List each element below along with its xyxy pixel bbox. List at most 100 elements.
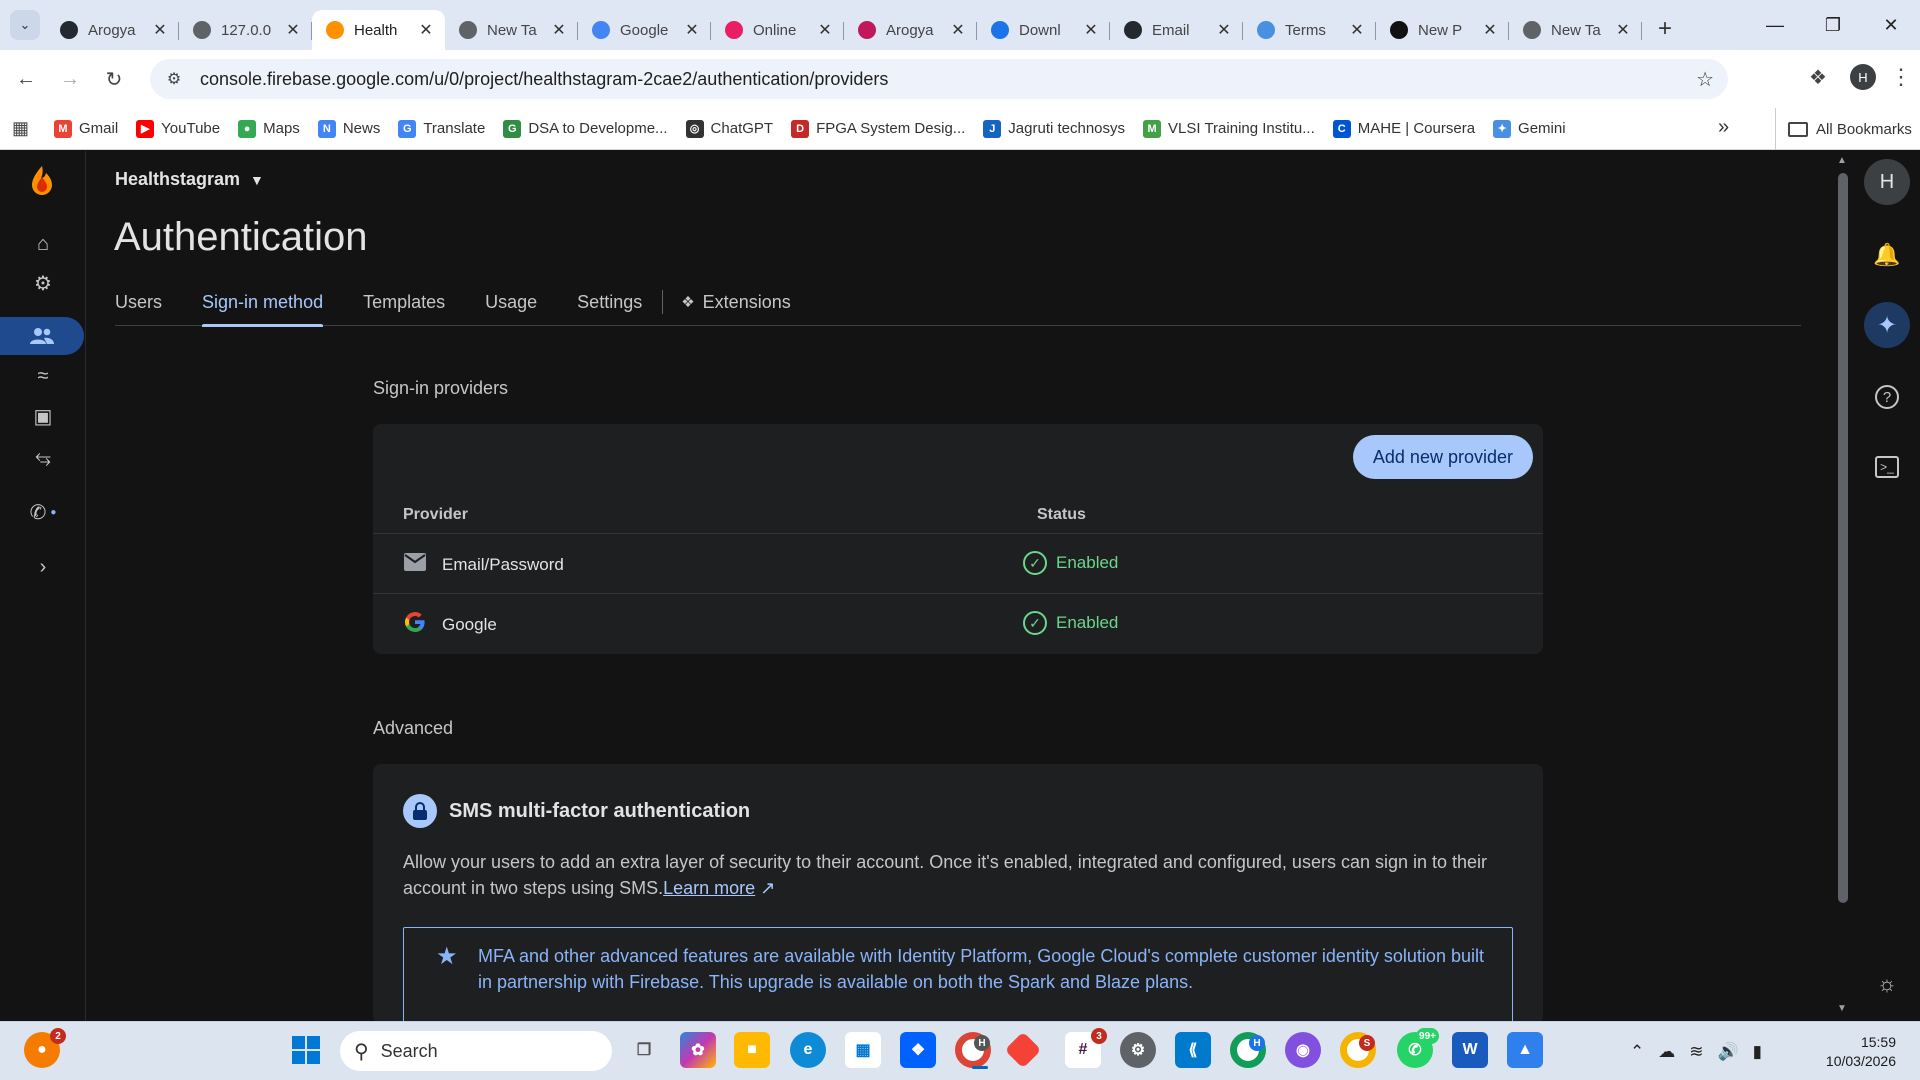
system-app-icon[interactable]: ● 2: [24, 1028, 66, 1068]
bookmark-item[interactable]: ◎ ChatGPT: [685, 119, 773, 138]
new-tab-button[interactable]: +: [1648, 12, 1682, 46]
profile-avatar[interactable]: H: [1850, 64, 1876, 90]
tab-extensions[interactable]: ❖ Extensions: [681, 278, 791, 326]
more-bookmarks-icon[interactable]: »: [1718, 116, 1729, 139]
browser-tab[interactable]: Google ✕: [578, 10, 711, 50]
chrome-second-icon[interactable]: S: [1340, 1032, 1376, 1068]
tab-close-icon[interactable]: ✕: [949, 20, 967, 40]
help-icon[interactable]: ?: [1864, 374, 1910, 420]
browser-tab[interactable]: Health ✕: [312, 10, 445, 50]
chrome-taskbar-icon[interactable]: H: [955, 1032, 991, 1069]
external-link-icon[interactable]: ↗: [760, 878, 775, 898]
table-row[interactable]: Email/Password ✓ Enabled: [373, 534, 1543, 594]
browser-tab[interactable]: New P ✕: [1376, 10, 1509, 50]
browser-tab[interactable]: 127.0.0 ✕: [179, 10, 312, 50]
slack-icon[interactable]: #3: [1065, 1028, 1107, 1068]
bookmark-item[interactable]: ✦ Gemini: [1493, 119, 1566, 138]
browser-tab[interactable]: Arogya ✕: [46, 10, 179, 50]
battery-icon[interactable]: ▮: [1753, 1042, 1762, 1062]
notifications-bell-icon[interactable]: 🔔: [1864, 232, 1910, 278]
project-switcher[interactable]: Healthstagram ▼: [115, 169, 264, 190]
edge-icon[interactable]: e: [790, 1032, 826, 1068]
account-avatar[interactable]: H: [1864, 159, 1910, 205]
scroll-up-icon[interactable]: ▲: [1837, 155, 1847, 166]
github-desktop-icon[interactable]: ◉: [1285, 1032, 1321, 1068]
functions-icon[interactable]: ⥃: [0, 438, 86, 476]
system-clock[interactable]: 15:59 10/03/2026: [1818, 1033, 1896, 1071]
dropbox-icon[interactable]: ❖: [900, 1032, 936, 1068]
firestore-icon[interactable]: ≈: [0, 357, 86, 395]
copilot-icon[interactable]: ✿: [680, 1032, 716, 1068]
forward-button[interactable]: →: [52, 61, 88, 97]
all-bookmarks-button[interactable]: All Bookmarks: [1775, 108, 1912, 150]
settings-gear-icon[interactable]: ⚙: [0, 264, 86, 302]
scroll-thumb[interactable]: [1838, 173, 1848, 903]
store-icon[interactable]: ▦: [845, 1032, 881, 1068]
tab-settings[interactable]: Settings: [577, 278, 642, 326]
browser-tab[interactable]: New Ta ✕: [445, 10, 578, 50]
taskbar-search[interactable]: ⚲ Search: [340, 1031, 612, 1071]
show-hidden-icons-chevron[interactable]: ⌃: [1630, 1042, 1644, 1062]
minimize-button[interactable]: —: [1746, 0, 1804, 50]
windows-start-icon[interactable]: [288, 1032, 324, 1068]
tab-close-icon[interactable]: ✕: [1215, 20, 1233, 40]
tab-search-button[interactable]: ⌄: [10, 10, 40, 40]
bookmark-item[interactable]: ▶ YouTube: [136, 119, 220, 138]
site-info-icon[interactable]: ⚙: [164, 69, 184, 89]
terminal-icon[interactable]: >_: [1864, 444, 1910, 490]
tab-close-icon[interactable]: ✕: [550, 20, 568, 40]
browser-tab[interactable]: Arogya ✕: [844, 10, 977, 50]
onedrive-off-icon[interactable]: ☁: [1658, 1042, 1675, 1062]
tab-users[interactable]: Users: [115, 278, 162, 326]
bookmark-star-icon[interactable]: ☆: [1696, 67, 1714, 92]
red-app-icon[interactable]: [1004, 1031, 1042, 1069]
firebase-logo-icon[interactable]: [24, 163, 60, 199]
tab-close-icon[interactable]: ✕: [284, 20, 302, 40]
bookmark-item[interactable]: G Translate: [398, 119, 485, 138]
task-view-icon[interactable]: ❐: [626, 1032, 662, 1068]
bookmark-item[interactable]: D FPGA System Desig...: [791, 119, 965, 138]
tab-close-icon[interactable]: ✕: [1614, 20, 1632, 40]
scroll-down-icon[interactable]: ▼: [1837, 1003, 1847, 1014]
home-icon[interactable]: ⌂: [0, 225, 86, 263]
browser-tab[interactable]: Email ✕: [1110, 10, 1243, 50]
tab-usage[interactable]: Usage: [485, 278, 537, 326]
bookmark-item[interactable]: M Gmail: [54, 119, 118, 138]
file-explorer-icon[interactable]: ■: [734, 1032, 770, 1068]
volume-icon[interactable]: 🔊: [1718, 1042, 1739, 1062]
photos-icon[interactable]: ▲: [1507, 1032, 1543, 1068]
chrome-profile-icon[interactable]: H: [1230, 1032, 1266, 1068]
address-bar[interactable]: ⚙ console.firebase.google.com/u/0/projec…: [150, 59, 1728, 99]
apps-grid-icon[interactable]: ▦: [12, 118, 36, 139]
gemini-sparkle-icon[interactable]: ✦: [1864, 302, 1910, 348]
add-new-provider-button[interactable]: Add new provider: [1352, 435, 1533, 479]
tab-templates[interactable]: Templates: [363, 278, 445, 326]
browser-tab[interactable]: Terms ✕: [1243, 10, 1376, 50]
bookmark-item[interactable]: ● Maps: [238, 119, 300, 138]
tab-close-icon[interactable]: ✕: [1082, 20, 1100, 40]
word-icon[interactable]: W: [1452, 1032, 1488, 1068]
scrollbar[interactable]: ▲ ▼: [1832, 151, 1854, 1021]
bookmark-item[interactable]: M VLSI Training Institu...: [1143, 119, 1315, 138]
bookmark-item[interactable]: G DSA to Developme...: [503, 119, 668, 138]
table-row[interactable]: Google ✓ Enabled: [373, 594, 1543, 654]
restore-button[interactable]: ❐: [1804, 0, 1862, 50]
tab-close-icon[interactable]: ✕: [1481, 20, 1499, 40]
phone-auth-icon[interactable]: ✆ ●: [0, 493, 86, 531]
back-button[interactable]: ←: [8, 61, 44, 97]
theme-brightness-icon[interactable]: ☼: [1864, 961, 1910, 1007]
tab-close-icon[interactable]: ✕: [417, 20, 435, 40]
tab-close-icon[interactable]: ✕: [1348, 20, 1366, 40]
close-window-button[interactable]: ✕: [1862, 0, 1920, 50]
wifi-icon[interactable]: ≋: [1689, 1042, 1703, 1062]
browser-tab[interactable]: Online ✕: [711, 10, 844, 50]
storage-images-icon[interactable]: ▣: [0, 397, 86, 435]
learn-more-link[interactable]: Learn more: [663, 878, 755, 898]
tab-close-icon[interactable]: ✕: [683, 20, 701, 40]
tab-close-icon[interactable]: ✕: [816, 20, 834, 40]
bookmark-item[interactable]: C MAHE | Coursera: [1332, 119, 1475, 138]
authentication-nav-icon[interactable]: [0, 317, 84, 355]
browser-tab[interactable]: Downl ✕: [977, 10, 1110, 50]
bookmark-item[interactable]: J Jagruti technosys: [983, 119, 1125, 138]
settings-app-icon[interactable]: ⚙: [1120, 1032, 1156, 1068]
